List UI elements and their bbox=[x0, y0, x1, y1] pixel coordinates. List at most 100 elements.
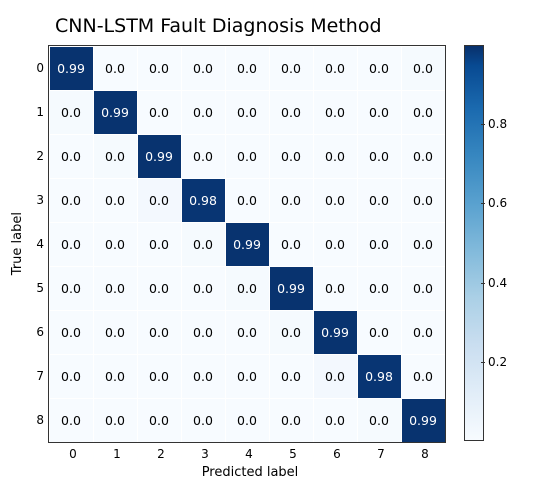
x-tick: 7 bbox=[359, 443, 403, 461]
heatmap-cell: 0.0 bbox=[269, 310, 313, 354]
heatmap-cell: 0.0 bbox=[225, 398, 269, 442]
heatmap-cell: 0.0 bbox=[401, 178, 445, 222]
heatmap-cell: 0.0 bbox=[93, 222, 137, 266]
x-tick: 5 bbox=[271, 443, 315, 461]
heatmap-cell: 0.0 bbox=[137, 90, 181, 134]
heatmap-cell: 0.0 bbox=[137, 354, 181, 398]
heatmap-cell: 0.99 bbox=[137, 134, 181, 178]
heatmap-cell: 0.0 bbox=[137, 310, 181, 354]
y-tick: 1 bbox=[30, 90, 48, 134]
y-axis-ticks: 012345678 bbox=[30, 46, 48, 442]
heatmap-cell: 0.0 bbox=[357, 90, 401, 134]
colorbar-tick: 0.4 bbox=[488, 276, 507, 290]
heatmap-cell: 0.99 bbox=[93, 90, 137, 134]
heatmap-cell: 0.98 bbox=[181, 178, 225, 222]
heatmap-cell: 0.0 bbox=[137, 178, 181, 222]
x-tick: 1 bbox=[95, 443, 139, 461]
heatmap-cell: 0.0 bbox=[225, 90, 269, 134]
heatmap-cell: 0.0 bbox=[269, 134, 313, 178]
colorbar-gradient bbox=[464, 45, 484, 441]
heatmap-grid: 0.990.00.00.00.00.00.00.00.00.00.990.00.… bbox=[48, 45, 446, 443]
y-tick: 8 bbox=[30, 398, 48, 442]
x-axis-label: Predicted label bbox=[51, 465, 449, 480]
heatmap-cell: 0.0 bbox=[313, 354, 357, 398]
heatmap-cell: 0.0 bbox=[313, 178, 357, 222]
heatmap-cell: 0.0 bbox=[269, 178, 313, 222]
heatmap-cell: 0.0 bbox=[269, 46, 313, 90]
y-axis-label: True label bbox=[10, 212, 25, 275]
heatmap-cell: 0.0 bbox=[313, 398, 357, 442]
x-tick: 2 bbox=[139, 443, 183, 461]
heatmap-cell: 0.99 bbox=[401, 398, 445, 442]
heatmap-cell: 0.0 bbox=[137, 398, 181, 442]
heatmap-cell: 0.0 bbox=[401, 222, 445, 266]
heatmap-cell: 0.0 bbox=[269, 90, 313, 134]
heatmap-cell: 0.0 bbox=[181, 134, 225, 178]
heatmap-cell: 0.0 bbox=[401, 134, 445, 178]
heatmap-cell: 0.0 bbox=[93, 398, 137, 442]
heatmap-cell: 0.0 bbox=[181, 90, 225, 134]
heatmap-cell: 0.0 bbox=[225, 46, 269, 90]
heatmap-cell: 0.0 bbox=[225, 134, 269, 178]
heatmap-cell: 0.0 bbox=[181, 222, 225, 266]
x-tick: 4 bbox=[227, 443, 271, 461]
heatmap-cell: 0.0 bbox=[401, 90, 445, 134]
heatmap-cell: 0.99 bbox=[49, 46, 93, 90]
heatmap-cell: 0.0 bbox=[401, 354, 445, 398]
heatmap-cell: 0.0 bbox=[137, 46, 181, 90]
colorbar-tick: 0.6 bbox=[488, 196, 507, 210]
heatmap-cell: 0.0 bbox=[93, 46, 137, 90]
heatmap-cell: 0.0 bbox=[93, 134, 137, 178]
heatmap-cell: 0.98 bbox=[357, 354, 401, 398]
heatmap-cell: 0.0 bbox=[225, 178, 269, 222]
y-tick: 0 bbox=[30, 46, 48, 90]
heatmap-cell: 0.0 bbox=[181, 398, 225, 442]
y-tick: 5 bbox=[30, 266, 48, 310]
heatmap-cell: 0.0 bbox=[49, 90, 93, 134]
x-tick: 3 bbox=[183, 443, 227, 461]
heatmap-cell: 0.0 bbox=[357, 398, 401, 442]
heatmap-cell: 0.0 bbox=[357, 266, 401, 310]
colorbar-container: 0.8 0.6 0.4 0.2 bbox=[464, 45, 520, 441]
heatmap-cell: 0.0 bbox=[181, 46, 225, 90]
heatmap-cell: 0.0 bbox=[181, 266, 225, 310]
heatmap-cell: 0.0 bbox=[49, 266, 93, 310]
chart-container: CNN-LSTM Fault Diagnosis Method True lab… bbox=[10, 15, 540, 480]
heatmap-cell: 0.0 bbox=[357, 134, 401, 178]
y-tick: 4 bbox=[30, 222, 48, 266]
heatmap-cell: 0.0 bbox=[225, 266, 269, 310]
heatmap-cell: 0.0 bbox=[93, 310, 137, 354]
heatmap-cell: 0.0 bbox=[93, 354, 137, 398]
x-tick: 8 bbox=[403, 443, 447, 461]
heatmap-cell: 0.0 bbox=[49, 354, 93, 398]
colorbar-tick: 0.8 bbox=[488, 117, 507, 131]
heatmap-cell: 0.0 bbox=[225, 354, 269, 398]
y-tick: 2 bbox=[30, 134, 48, 178]
heatmap-cell: 0.0 bbox=[49, 398, 93, 442]
heatmap-cell: 0.0 bbox=[313, 222, 357, 266]
heatmap-cell: 0.0 bbox=[93, 178, 137, 222]
heatmap-cell: 0.0 bbox=[313, 266, 357, 310]
y-tick: 3 bbox=[30, 178, 48, 222]
heatmap-cell: 0.0 bbox=[49, 222, 93, 266]
heatmap-cell: 0.99 bbox=[313, 310, 357, 354]
heatmap-cell: 0.0 bbox=[313, 46, 357, 90]
x-tick: 6 bbox=[315, 443, 359, 461]
heatmap-cell: 0.0 bbox=[269, 398, 313, 442]
heatmap-cell: 0.99 bbox=[225, 222, 269, 266]
heatmap-cell: 0.0 bbox=[401, 266, 445, 310]
x-axis-ticks: 012345678 bbox=[51, 443, 449, 461]
colorbar-ticks: 0.8 0.6 0.4 0.2 bbox=[484, 45, 520, 441]
heatmap-cell: 0.99 bbox=[269, 266, 313, 310]
main-plot-area: CNN-LSTM Fault Diagnosis Method True lab… bbox=[10, 15, 449, 480]
heatmap-cell: 0.0 bbox=[313, 90, 357, 134]
colorbar-tick: 0.2 bbox=[488, 355, 507, 369]
heatmap-cell: 0.0 bbox=[357, 46, 401, 90]
heatmap-cell: 0.0 bbox=[137, 222, 181, 266]
heatmap-cell: 0.0 bbox=[269, 354, 313, 398]
heatmap-cell: 0.0 bbox=[49, 310, 93, 354]
heatmap-cell: 0.0 bbox=[357, 178, 401, 222]
y-tick: 7 bbox=[30, 354, 48, 398]
heatmap-cell: 0.0 bbox=[137, 266, 181, 310]
chart-title: CNN-LSTM Fault Diagnosis Method bbox=[55, 15, 449, 37]
